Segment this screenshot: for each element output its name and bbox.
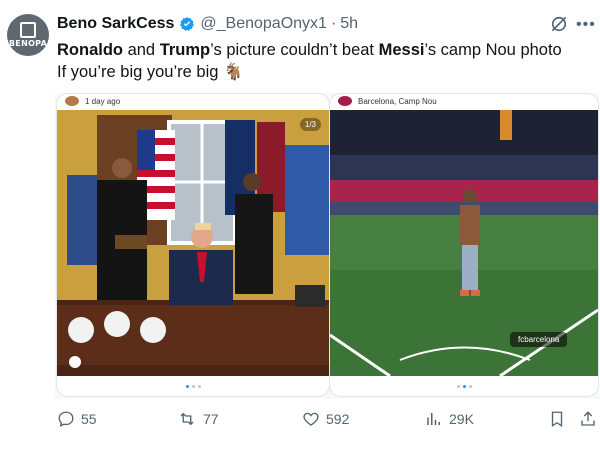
page-dot — [185, 384, 189, 388]
panel-1-pagination — [57, 376, 329, 396]
view-count: 29K — [449, 411, 474, 427]
author-handle[interactable]: @_BenopaOnyx1 — [200, 15, 327, 33]
media-panel-2[interactable]: Barcelona, Camp Nou fcbarcelona — [329, 93, 599, 397]
more-options-icon[interactable]: ••• — [576, 16, 596, 34]
panel-2-caption: Barcelona, Camp Nou — [358, 96, 437, 106]
bookmark-button[interactable] — [548, 410, 572, 428]
avatar-logo-icon — [20, 22, 36, 38]
share-icon — [581, 411, 595, 426]
media-panel-1[interactable]: 1 day ago 1/3 — [56, 93, 330, 397]
tweet-header: Beno SarkCess @_BenopaOnyx1 · 5h — [57, 15, 358, 33]
author-avatar[interactable]: BENOPA — [7, 14, 49, 56]
author-name[interactable]: Beno SarkCess — [57, 15, 174, 33]
tweet-text-segment: Trump — [159, 41, 211, 59]
media-counter-badge: 1/3 — [299, 118, 321, 131]
views-button[interactable]: 29K — [425, 410, 474, 428]
tweet-text: Ronaldo and Trump’s picture couldn’t bea… — [57, 39, 577, 83]
share-button[interactable] — [579, 410, 600, 428]
repost-count: 77 — [203, 411, 219, 427]
page-dot — [197, 384, 201, 388]
oval-office-photo[interactable] — [57, 110, 329, 376]
reply-button[interactable]: 55 — [57, 410, 97, 428]
tweet-text-segment: and — [123, 41, 160, 59]
panel-1-header: 1 day ago — [57, 94, 329, 108]
tweet-text-segment: Messi — [378, 41, 425, 59]
tweet-line-2: If you’re big you’re big 🐐 — [57, 63, 244, 81]
reply-icon — [58, 411, 74, 427]
media-card[interactable]: 1 day ago 1/3 Barcelona, Camp Nou fcbarc… — [55, 93, 599, 399]
page-dot — [456, 384, 460, 388]
separator-dot: · — [330, 15, 337, 32]
panel-1-caption: 1 day ago — [85, 96, 121, 106]
user-tag[interactable]: fcbarcelona — [510, 332, 568, 347]
tweet-actions: 55 77 592 29K — [57, 410, 597, 436]
repost-button[interactable]: 77 — [177, 410, 219, 428]
tweet-time[interactable]: 5h — [340, 15, 358, 33]
avatar-text: BENOPA — [8, 39, 48, 48]
tweet-text-segment: Ronaldo — [57, 41, 123, 59]
page-dot — [462, 384, 466, 388]
tweet-text-segment: ’s camp Nou photo — [424, 41, 562, 59]
like-count: 592 — [326, 411, 350, 427]
panel-1-avatar — [65, 96, 79, 106]
tweet-text-segment: ’s picture couldn’t beat — [210, 41, 379, 59]
page-dot — [468, 384, 472, 388]
panel-2-header: Barcelona, Camp Nou — [330, 94, 598, 108]
heart-icon — [303, 412, 319, 426]
reply-count: 55 — [81, 411, 97, 427]
panel-2-pagination — [330, 376, 598, 396]
tweet-line-1: Ronaldo and Trump’s picture couldn’t bea… — [57, 39, 577, 61]
repost-icon — [180, 412, 194, 426]
like-button[interactable]: 592 — [302, 410, 349, 428]
analytics-icon — [427, 413, 440, 425]
panel-2-avatar — [338, 96, 352, 106]
grok-icon[interactable] — [549, 14, 571, 36]
verified-badge-icon — [179, 16, 195, 32]
page-dot — [191, 384, 195, 388]
bookmark-icon — [551, 411, 563, 428]
